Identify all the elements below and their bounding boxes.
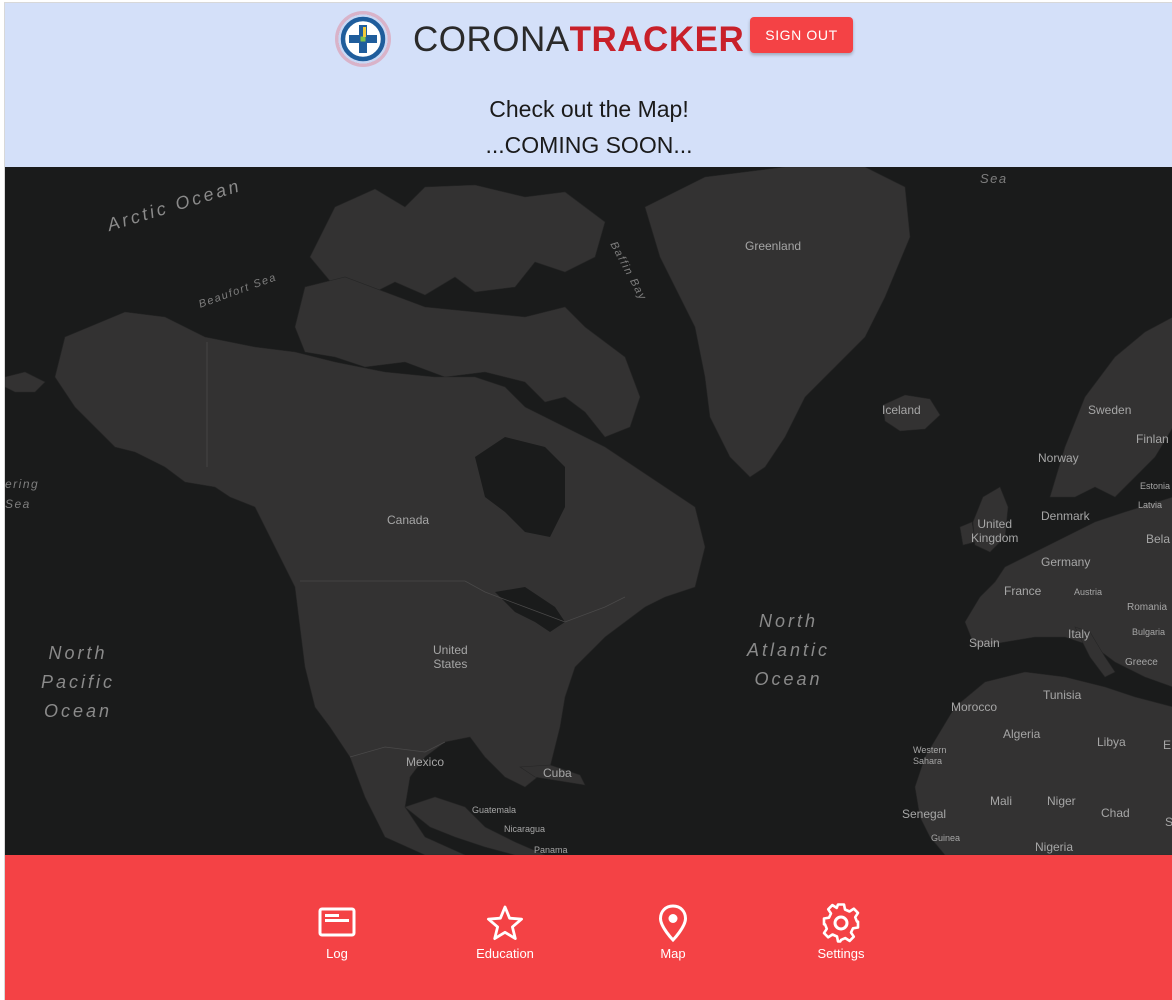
header: CORONATRACKER SIGN OUT Check out the Map… (5, 3, 1172, 167)
label-denmark: Denmark (1041, 509, 1090, 523)
label-panama: Panama (534, 845, 568, 855)
label-austria: Austria (1074, 587, 1103, 597)
medical-cross-logo-icon (340, 16, 386, 62)
label-greece: Greece (1125, 657, 1158, 668)
nav-label-education: Education (476, 946, 534, 961)
brand: CORONATRACKER (335, 9, 744, 69)
label-niger: Niger (1047, 794, 1076, 808)
label-north-atlantic-ocean: North Atlantic Ocean (747, 611, 831, 690)
label-greenland: Greenland (745, 239, 802, 253)
label-france: France (1004, 584, 1042, 598)
label-united-states: United States (433, 643, 468, 672)
label-iceland: Iceland (882, 403, 921, 417)
app-frame: CORONATRACKER SIGN OUT Check out the Map… (4, 2, 1172, 1000)
label-finland: Finlan (1136, 432, 1169, 446)
headline-map: Check out the Map! (489, 96, 689, 122)
map-land-shapes (5, 167, 1172, 855)
logo (335, 11, 391, 67)
nav-label-settings: Settings (817, 946, 865, 961)
label-latvia: Latvia (1138, 500, 1163, 510)
label-nigeria: Nigeria (1035, 840, 1074, 854)
map-pin-icon (658, 904, 688, 943)
label-nicaragua: Nicaragua (504, 824, 546, 834)
label-bulgaria: Bulgaria (1132, 627, 1166, 637)
nav-item-log[interactable]: Log (287, 903, 387, 961)
label-sudan: S (1165, 815, 1172, 829)
bottom-nav: Log Education Map Settings (5, 855, 1172, 1000)
label-belarus: Bela (1146, 532, 1171, 546)
label-mexico: Mexico (406, 755, 445, 769)
label-guinea: Guinea (931, 833, 961, 843)
sign-out-button[interactable]: SIGN OUT (750, 17, 853, 53)
label-sweden: Sweden (1088, 403, 1132, 417)
gear-icon (822, 903, 860, 943)
label-senegal: Senegal (902, 807, 947, 821)
label-mali: Mali (990, 794, 1013, 808)
label-norway: Norway (1038, 451, 1079, 465)
label-chad: Chad (1101, 806, 1130, 820)
brand-part-2: TRACKER (569, 19, 745, 59)
nav-item-map[interactable]: Map (623, 903, 723, 961)
aleutian-shape (5, 371, 46, 393)
label-germany: Germany (1041, 555, 1091, 569)
nav-label-log: Log (326, 946, 348, 961)
label-bering-sea-2: Sea (5, 497, 31, 511)
label-cuba: Cuba (543, 766, 572, 780)
nav-item-education[interactable]: Education (455, 903, 555, 961)
label-north-pacific-ocean: North Pacific Ocean (41, 643, 116, 722)
label-spain: Spain (969, 636, 1000, 650)
log-icon (318, 907, 356, 937)
world-map[interactable]: Arctic Ocean Beaufort Sea Baffin Bay Sea… (5, 167, 1172, 855)
label-tunisia: Tunisia (1043, 688, 1082, 702)
label-bering-sea-1: ering (5, 477, 40, 491)
headline-coming-soon: ...COMING SOON... (485, 132, 693, 158)
label-sea-top: Sea (980, 171, 1008, 186)
star-icon (487, 905, 523, 940)
label-estonia: Estonia (1140, 481, 1171, 491)
label-algeria: Algeria (1003, 727, 1041, 741)
label-italy: Italy (1068, 627, 1091, 641)
brand-part-1: CORONA (413, 19, 570, 59)
label-guatemala: Guatemala (472, 805, 517, 815)
label-united-kingdom: United Kingdom (971, 517, 1019, 546)
label-egypt: E (1163, 738, 1172, 752)
label-morocco: Morocco (951, 700, 998, 714)
label-libya: Libya (1097, 735, 1126, 749)
label-romania: Romania (1127, 602, 1168, 613)
label-canada: Canada (387, 513, 430, 527)
greenland-shape (644, 167, 911, 478)
nav-item-settings[interactable]: Settings (791, 903, 891, 961)
label-western-sahara: Western Sahara (913, 745, 947, 766)
nav-label-map: Map (660, 946, 686, 961)
app-wordmark: CORONATRACKER (413, 22, 744, 57)
